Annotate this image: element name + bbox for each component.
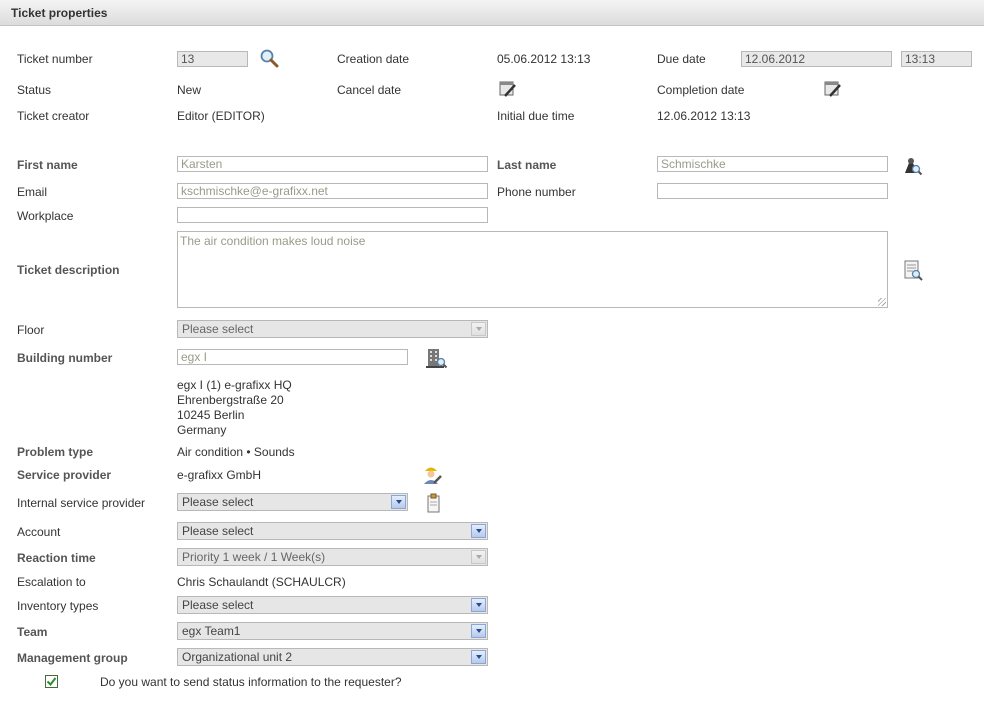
reaction-time-value: Priority 1 week / 1 Week(s) <box>182 550 326 564</box>
escalation-value: Chris Schaulandt (SCHAULCR) <box>177 575 346 589</box>
resize-grip[interactable] <box>878 298 886 306</box>
account-select-value: Please select <box>182 524 254 538</box>
creation-date-label: Creation date <box>337 52 410 66</box>
clipboard-icon[interactable] <box>424 492 444 514</box>
document-search-icon[interactable] <box>902 259 924 281</box>
last-name-field[interactable]: Schmischke <box>657 156 888 172</box>
address-line-1: egx I (1) e-grafixx HQ <box>177 378 292 392</box>
workplace-field[interactable] <box>177 207 488 223</box>
initial-due-label: Initial due time <box>497 109 575 123</box>
due-time-field[interactable]: 13:13 <box>901 51 972 67</box>
inventory-types-value: Please select <box>182 598 254 612</box>
chevron-down-icon[interactable] <box>471 550 486 564</box>
status-value: New <box>177 83 202 97</box>
chevron-down-icon[interactable] <box>391 495 406 509</box>
chevron-down-icon[interactable] <box>471 524 486 538</box>
completion-date-label: Completion date <box>657 83 745 97</box>
management-group-label: Management group <box>17 651 128 665</box>
ticket-creator-label: Ticket creator <box>17 109 90 123</box>
chevron-down-icon[interactable] <box>471 322 486 336</box>
problem-type-label: Problem type <box>17 445 94 459</box>
panel-header: Ticket properties <box>0 0 984 26</box>
last-name-label: Last name <box>497 158 557 172</box>
internal-provider-value: Please select <box>182 495 254 509</box>
account-label: Account <box>17 525 61 539</box>
service-provider-label: Service provider <box>17 468 112 482</box>
description-text: The air condition makes loud noise <box>180 234 366 248</box>
due-date-label: Due date <box>657 52 706 66</box>
ticket-creator-value: Editor (EDITOR) <box>177 109 265 123</box>
address-line-2: Ehrenbergstraße 20 <box>177 393 284 407</box>
workplace-label: Workplace <box>17 209 74 223</box>
first-name-field[interactable]: Karsten <box>177 156 488 172</box>
chevron-down-icon[interactable] <box>471 624 486 638</box>
worker-icon[interactable] <box>421 463 443 485</box>
internal-provider-label: Internal service provider <box>17 496 146 510</box>
address-line-4: Germany <box>177 423 227 437</box>
ticket-number-field[interactable]: 13 <box>177 51 248 67</box>
building-number-field[interactable]: egx I <box>177 349 408 365</box>
management-group-select[interactable]: Organizational unit 2 <box>177 648 488 666</box>
internal-provider-select[interactable]: Please select <box>177 493 408 511</box>
check-icon <box>46 677 57 687</box>
first-name-label: First name <box>17 158 78 172</box>
initial-due-value: 12.06.2012 13:13 <box>657 109 751 123</box>
escalation-label: Escalation to <box>17 575 86 589</box>
due-date-field[interactable]: 12.06.2012 <box>741 51 892 67</box>
description-textarea[interactable]: The air condition makes loud noise <box>177 231 888 308</box>
calendar-edit-icon[interactable] <box>498 79 518 99</box>
building-number-label: Building number <box>17 351 113 365</box>
description-label: Ticket description <box>17 263 120 277</box>
reaction-time-select[interactable]: Priority 1 week / 1 Week(s) <box>177 548 488 566</box>
inventory-types-label: Inventory types <box>17 599 99 613</box>
inventory-types-select[interactable]: Please select <box>177 596 488 614</box>
floor-select-value: Please select <box>182 322 254 336</box>
calendar-edit-icon[interactable] <box>823 79 843 99</box>
email-label: Email <box>17 185 48 199</box>
management-group-value: Organizational unit 2 <box>182 650 293 664</box>
team-select-value: egx Team1 <box>182 624 241 638</box>
creation-date-value: 05.06.2012 13:13 <box>497 52 591 66</box>
search-icon[interactable] <box>259 48 279 68</box>
email-field[interactable]: kschmischke@e-grafixx.net <box>177 183 488 199</box>
problem-type-value: Air condition • Sounds <box>177 445 295 459</box>
floor-select[interactable]: Please select <box>177 320 488 338</box>
notify-requester-checkbox[interactable] <box>45 675 58 688</box>
address-line-3: 10245 Berlin <box>177 408 245 422</box>
status-label: Status <box>17 83 52 97</box>
person-search-icon[interactable] <box>901 154 923 176</box>
service-provider-value: e-grafixx GmbH <box>177 468 262 482</box>
floor-label: Floor <box>17 323 45 337</box>
cancel-date-label: Cancel date <box>337 83 402 97</box>
account-select[interactable]: Please select <box>177 522 488 540</box>
reaction-time-label: Reaction time <box>17 551 96 565</box>
panel-title: Ticket properties <box>11 6 108 20</box>
phone-label: Phone number <box>497 185 576 199</box>
phone-field[interactable] <box>657 183 888 199</box>
chevron-down-icon[interactable] <box>471 598 486 612</box>
team-label: Team <box>17 625 48 639</box>
chevron-down-icon[interactable] <box>471 650 486 664</box>
building-search-icon[interactable] <box>424 346 448 370</box>
team-select[interactable]: egx Team1 <box>177 622 488 640</box>
ticket-number-label: Ticket number <box>17 52 93 66</box>
notify-requester-label: Do you want to send status information t… <box>100 675 402 689</box>
